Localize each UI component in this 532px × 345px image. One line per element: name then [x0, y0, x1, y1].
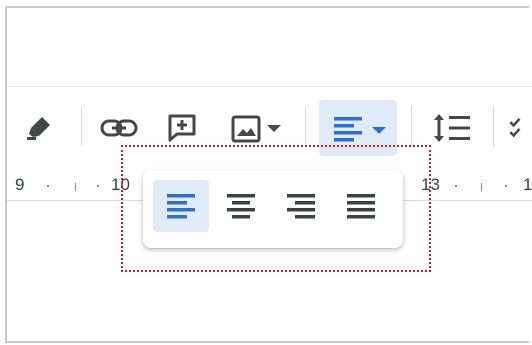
checklist-icon: [509, 118, 521, 138]
line-spacing-icon: [434, 114, 470, 142]
annotation-highlight-box: [121, 145, 431, 272]
add-comment-button[interactable]: [162, 110, 202, 146]
insert-link-button[interactable]: [97, 110, 141, 146]
marker-icon: [27, 117, 50, 140]
ruler-dot: [97, 185, 99, 187]
ruler-tick: [75, 183, 76, 191]
image-icon: [231, 115, 261, 143]
link-icon: [100, 119, 138, 137]
line-spacing-button[interactable]: [429, 110, 475, 146]
ruler-dot: [47, 185, 49, 187]
toolbar-divider: [81, 106, 82, 146]
header-divider: [7, 86, 532, 87]
chevron-down-icon: [267, 125, 281, 132]
ruler-label: 9: [15, 175, 25, 194]
insert-image-button[interactable]: [221, 110, 291, 146]
ruler-label: 1: [523, 175, 532, 194]
comment-plus-icon: [168, 114, 196, 142]
chevron-down-icon: [372, 127, 386, 134]
toolbar-divider: [493, 106, 494, 146]
toolbar-divider: [411, 106, 412, 146]
toolbar-divider: [305, 106, 306, 146]
ruler-dot: [455, 185, 457, 187]
checklist-button[interactable]: [507, 110, 532, 146]
highlight-color-button[interactable]: [21, 110, 57, 146]
align-left-icon: [334, 117, 362, 142]
ruler-dot: [505, 185, 507, 187]
ruler-tick: [481, 183, 482, 191]
